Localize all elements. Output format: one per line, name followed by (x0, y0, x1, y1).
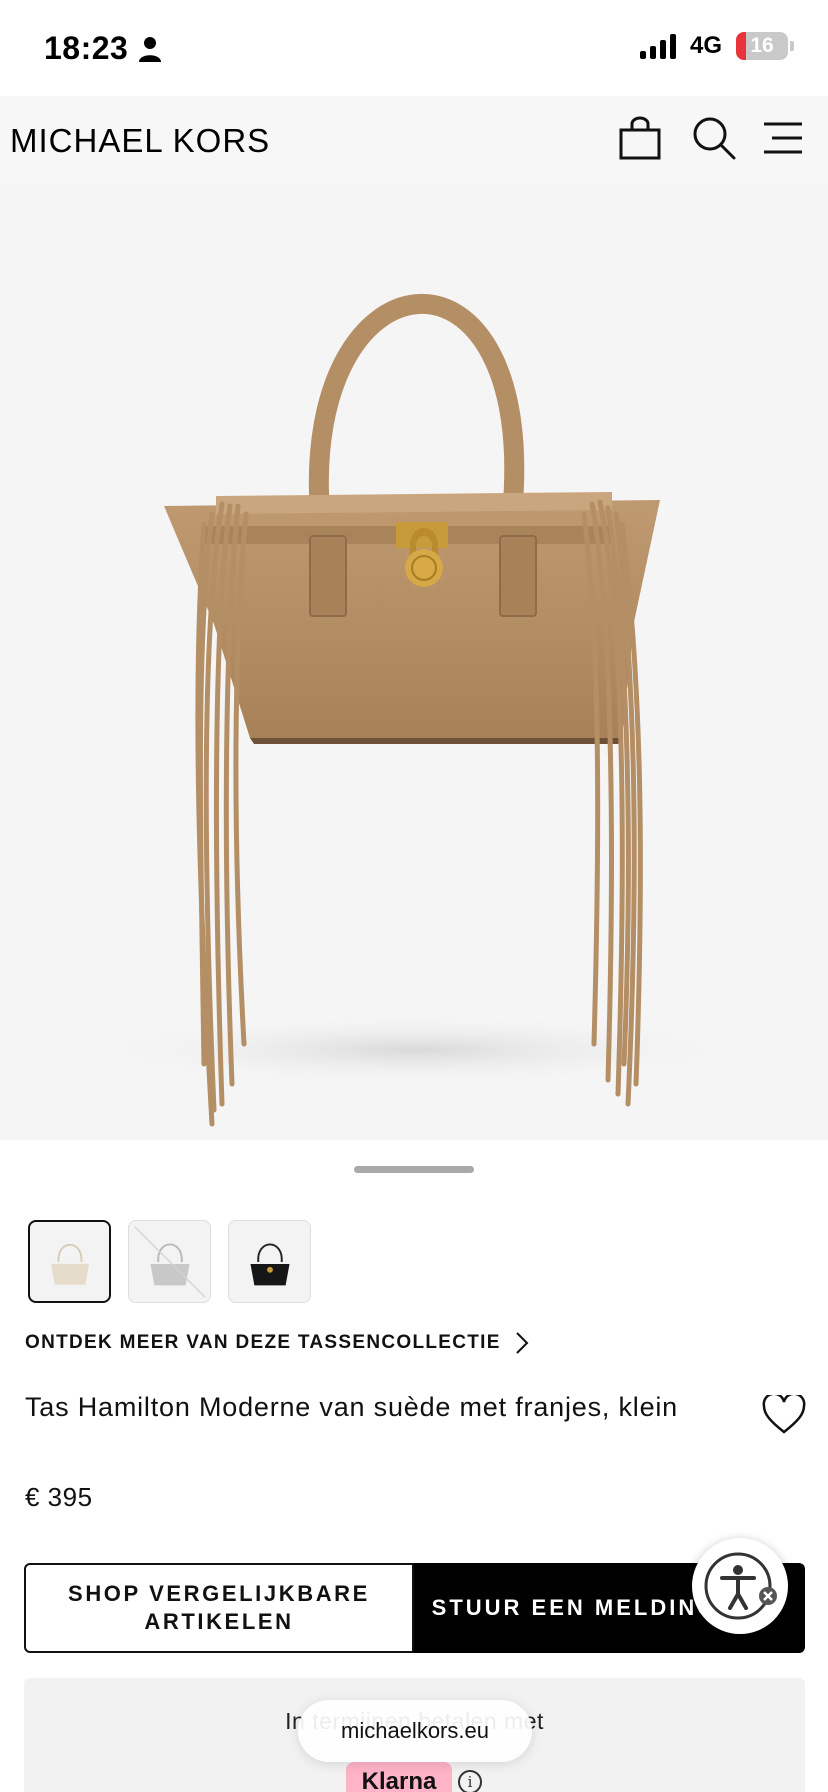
shop-similar-button[interactable]: SHOP VERGELIJKBARE ARTIKELEN (24, 1563, 414, 1653)
site-header: MICHAEL KORS (0, 96, 828, 184)
info-icon[interactable]: i (458, 1770, 482, 1792)
klarna-logo: Klarna (346, 1762, 452, 1792)
sheet-drag-handle[interactable] (354, 1166, 474, 1173)
chevron-right-icon (516, 1332, 529, 1354)
network-type: 4G (689, 32, 722, 59)
status-time: 18:23 (44, 30, 129, 66)
search-icon[interactable] (690, 114, 738, 162)
accessibility-button[interactable] (692, 1538, 788, 1634)
person-icon (139, 37, 161, 62)
handbag-illustration (84, 294, 744, 1127)
battery-icon: 16 (736, 32, 788, 60)
action-buttons: SHOP VERGELIJKBARE ARTIKELEN STUUR EEN M… (24, 1563, 805, 1653)
shopping-bag-icon[interactable] (616, 114, 664, 162)
swatch-cream[interactable] (28, 1220, 111, 1303)
battery-level: 16 (750, 34, 774, 57)
color-swatches (28, 1220, 311, 1303)
swatch-grey[interactable] (128, 1220, 211, 1303)
discover-collection-label: ONTDEK MEER VAN DEZE TASSENCOLLECTIE (25, 1332, 501, 1353)
product-image[interactable] (0, 184, 828, 1140)
swatch-black[interactable] (228, 1220, 311, 1303)
heart-icon[interactable] (762, 1395, 806, 1435)
product-price: € 395 (25, 1482, 93, 1512)
menu-icon[interactable] (760, 114, 808, 162)
browser-url-pill[interactable]: michaelkors.eu (298, 1700, 532, 1762)
discover-collection-link[interactable]: ONTDEK MEER VAN DEZE TASSENCOLLECTIE (25, 1331, 529, 1355)
product-title-row: Tas Hamilton Moderne van suède met franj… (25, 1391, 806, 1434)
signal-icon (639, 33, 676, 59)
status-bar: 18:23 4G 16 (0, 0, 828, 96)
accessibility-icon (704, 1552, 777, 1620)
product-title: Tas Hamilton Moderne van suède met franj… (25, 1392, 679, 1422)
brand-logo[interactable]: MICHAEL KORS (10, 122, 270, 160)
